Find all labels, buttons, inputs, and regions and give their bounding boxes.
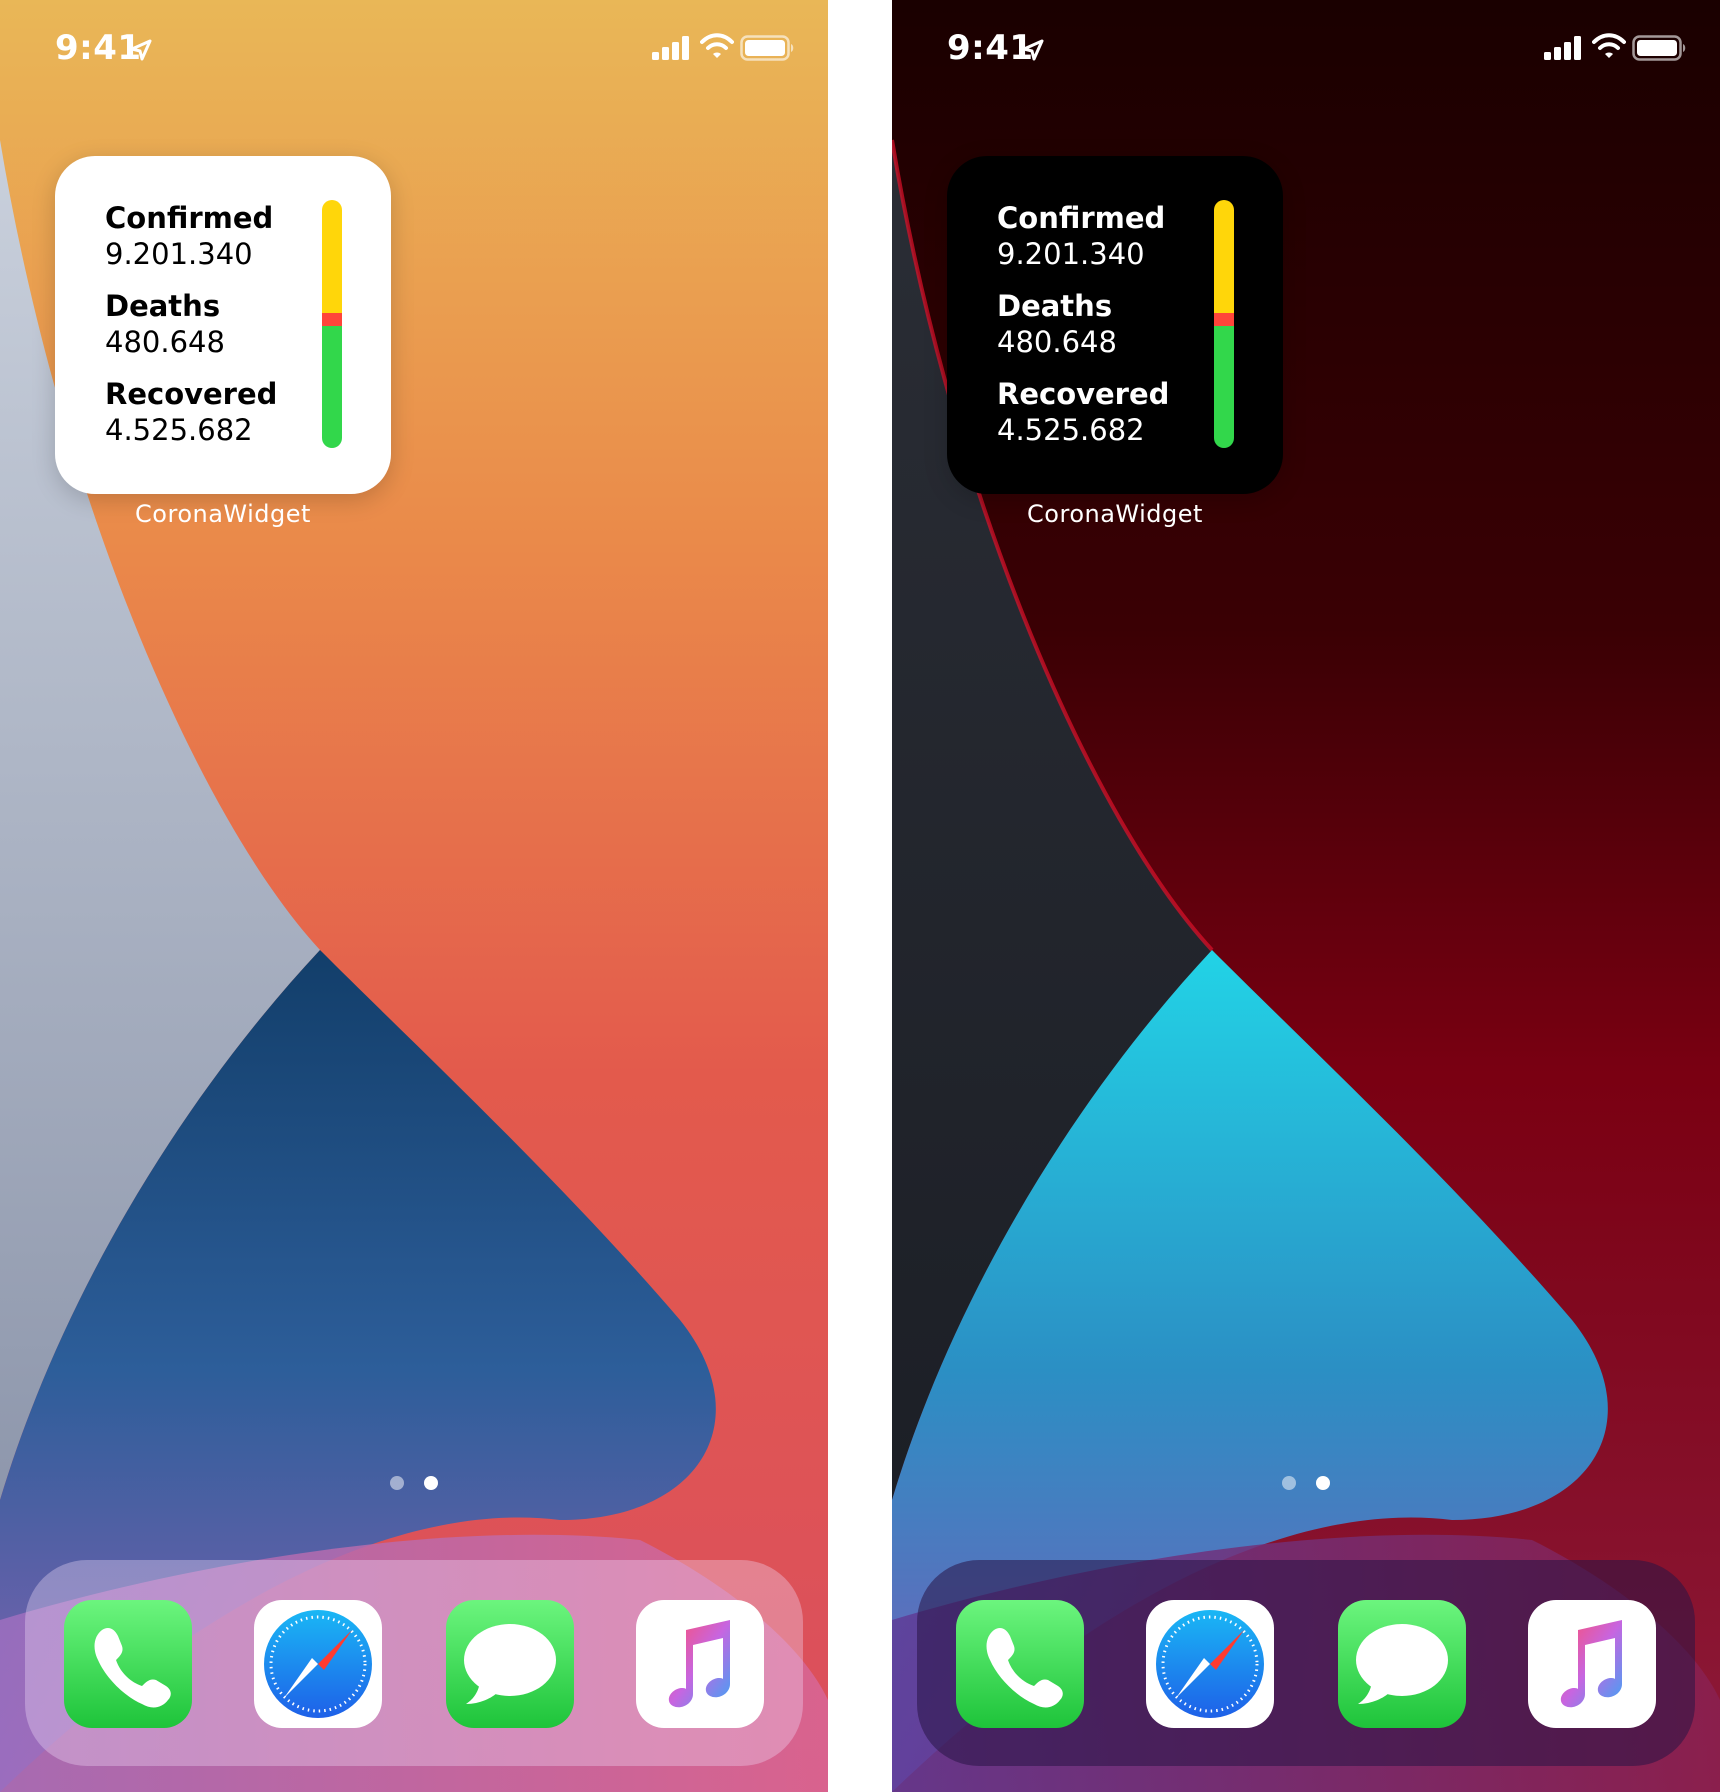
battery-icon	[1632, 35, 1686, 61]
recovered-label: Recovered	[997, 377, 1170, 411]
battery-icon	[740, 35, 794, 61]
recovered-value: 4.525.682	[105, 413, 253, 447]
dock-app-messages[interactable]	[446, 1600, 574, 1728]
stat-recovered: Recovered 4.525.682	[105, 376, 277, 448]
page-indicator[interactable]	[0, 1472, 828, 1492]
music-note-icon	[636, 1600, 764, 1728]
dock	[25, 1560, 803, 1766]
bar-segment-recovered	[322, 326, 342, 448]
deaths-value: 480.648	[997, 325, 1117, 359]
home-screen-light: 9:41 Confirmed 9.201.340 Deaths 480.648 …	[0, 0, 828, 1792]
deaths-label: Deaths	[105, 289, 221, 323]
dock-app-phone[interactable]	[956, 1600, 1084, 1728]
stat-recovered: Recovered 4.525.682	[997, 376, 1169, 448]
dock-app-safari[interactable]	[1146, 1600, 1274, 1728]
corona-widget[interactable]: Confirmed 9.201.340 Deaths 480.648 Recov…	[947, 156, 1283, 494]
page-dot[interactable]	[1282, 1475, 1296, 1490]
dock-app-music[interactable]	[1528, 1600, 1656, 1728]
music-note-icon	[1528, 1600, 1656, 1728]
page-dot-current[interactable]	[424, 1475, 438, 1490]
corona-widget[interactable]: Confirmed 9.201.340 Deaths 480.648 Recov…	[55, 156, 391, 494]
location-arrow-icon	[1022, 39, 1044, 61]
wifi-icon	[700, 33, 734, 58]
phone-icon	[956, 1600, 1084, 1728]
dock-app-music[interactable]	[636, 1600, 764, 1728]
wifi-icon	[1592, 33, 1626, 58]
widget-caption: CoronaWidget	[135, 500, 311, 528]
recovered-value: 4.525.682	[997, 413, 1145, 447]
location-arrow-icon	[130, 39, 152, 61]
confirmed-value: 9.201.340	[105, 237, 253, 271]
cellular-signal-icon	[652, 36, 689, 60]
stat-deaths: Deaths 480.648	[105, 288, 225, 360]
dock-app-safari[interactable]	[254, 1600, 382, 1728]
deaths-value: 480.648	[105, 325, 225, 359]
bar-segment-recovered	[1214, 326, 1234, 448]
stat-confirmed: Confirmed 9.201.340	[997, 200, 1165, 272]
confirmed-label: Confirmed	[105, 201, 274, 235]
widget-caption: CoronaWidget	[1027, 500, 1203, 528]
page-dot-current[interactable]	[1316, 1475, 1330, 1490]
stat-deaths: Deaths 480.648	[997, 288, 1117, 360]
confirmed-label: Confirmed	[997, 201, 1166, 235]
deaths-label: Deaths	[997, 289, 1113, 323]
page-dot[interactable]	[390, 1475, 404, 1490]
stat-confirmed: Confirmed 9.201.340	[105, 200, 273, 272]
home-screen-dark: 9:41 Confirmed 9.201.340 Deaths 480.648 …	[892, 0, 1720, 1792]
confirmed-value: 9.201.340	[997, 237, 1145, 271]
cellular-signal-icon	[1544, 36, 1581, 60]
dock-app-messages[interactable]	[1338, 1600, 1466, 1728]
recovered-label: Recovered	[105, 377, 278, 411]
bar-segment-active	[322, 200, 342, 314]
case-proportion-bar	[322, 200, 342, 448]
bar-segment-active	[1214, 200, 1234, 314]
messages-bubble-icon	[1338, 1600, 1466, 1728]
safari-compass-icon	[254, 1600, 382, 1728]
case-proportion-bar	[1214, 200, 1234, 448]
page-indicator[interactable]	[892, 1472, 1720, 1492]
dock-app-phone[interactable]	[64, 1600, 192, 1728]
bar-segment-deaths	[322, 313, 342, 327]
messages-bubble-icon	[446, 1600, 574, 1728]
dock	[917, 1560, 1695, 1766]
safari-compass-icon	[1146, 1600, 1274, 1728]
bar-segment-deaths	[1214, 313, 1234, 327]
phone-icon	[64, 1600, 192, 1728]
